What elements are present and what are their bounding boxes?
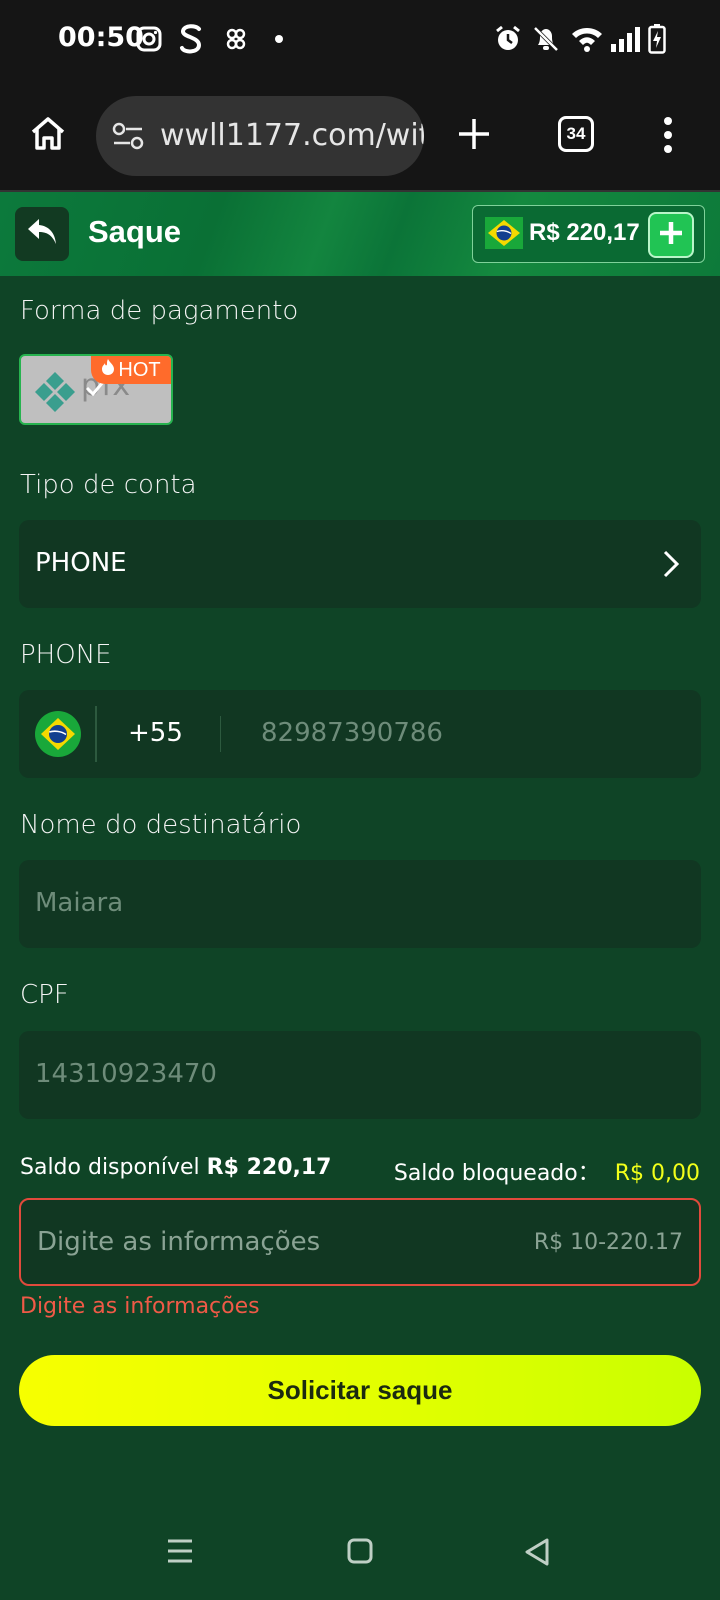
blocked-balance-label: Saldo bloqueado： xyxy=(393,1161,600,1186)
url-bar[interactable]: wwll1177.com/withdraw xyxy=(96,96,424,176)
s-app-icon xyxy=(178,22,204,56)
account-type-select[interactable]: PHONE xyxy=(19,520,701,608)
hot-badge: HOT xyxy=(91,356,171,384)
phone-field: +55 82987390786 xyxy=(19,690,701,778)
dot-icon xyxy=(274,22,284,56)
home-nav-icon[interactable] xyxy=(347,1538,373,1569)
account-type-label: Tipo de conta xyxy=(20,470,197,500)
site-settings-icon[interactable] xyxy=(112,122,144,155)
recipient-name-label: Nome do destinatário xyxy=(20,810,302,840)
alarm-icon xyxy=(494,22,522,56)
back-button[interactable] xyxy=(15,207,69,261)
amount-range: R$ 10-220.17 xyxy=(533,1230,683,1255)
available-balance-label: Saldo disponível xyxy=(20,1155,200,1180)
pix-logo-icon xyxy=(33,370,77,419)
instagram-icon xyxy=(136,22,162,56)
balance-widget: R$ 220,17 xyxy=(472,205,705,263)
back-arrow-icon xyxy=(26,217,58,252)
browser-toolbar: wwll1177.com/withdraw 34 xyxy=(0,80,720,192)
balance-amount: R$ 220,17 xyxy=(529,219,640,246)
deposit-button[interactable] xyxy=(648,212,694,258)
battery-charging-icon xyxy=(648,22,666,56)
wifi-icon xyxy=(570,22,604,56)
amount-placeholder: Digite as informações xyxy=(37,1227,321,1257)
brazil-flag-icon xyxy=(485,217,523,254)
page-title: Saque xyxy=(88,214,182,249)
amount-error-message: Digite as informações xyxy=(20,1294,260,1319)
system-nav-bar xyxy=(0,1510,720,1600)
bell-off-icon xyxy=(532,22,560,56)
pix-payment-option[interactable]: pix HOT xyxy=(19,354,173,425)
recipient-name-placeholder: Maiara xyxy=(35,888,124,918)
blocked-balance-value: R$ 0,00 xyxy=(614,1161,700,1186)
available-balance: Saldo disponível R$ 220,17 xyxy=(20,1155,331,1180)
request-withdrawal-button[interactable]: Solicitar saque xyxy=(19,1355,701,1426)
plus-icon xyxy=(658,220,684,251)
divider xyxy=(95,706,97,762)
status-time: 00:50 xyxy=(58,22,144,53)
phone-label: PHONE xyxy=(20,640,112,670)
tab-switcher-button[interactable]: 34 xyxy=(558,116,594,152)
status-bar: 00:50 xyxy=(0,0,720,80)
available-balance-value: R$ 220,17 xyxy=(206,1155,332,1180)
cpf-input[interactable]: 14310923470 xyxy=(19,1031,701,1119)
phone-input[interactable]: 82987390786 xyxy=(261,718,443,748)
new-tab-icon[interactable] xyxy=(456,116,492,157)
home-icon[interactable] xyxy=(29,114,67,157)
url-text: wwll1177.com/withdraw xyxy=(160,118,424,153)
tab-count: 34 xyxy=(566,124,586,143)
more-menu-icon[interactable] xyxy=(662,116,674,159)
blocked-balance: Saldo bloqueado： R$ 0,00 xyxy=(394,1155,700,1187)
divider xyxy=(220,716,221,752)
cpf-label: CPF xyxy=(20,980,69,1010)
brazil-flag-icon[interactable] xyxy=(34,710,82,763)
account-type-value: PHONE xyxy=(35,548,127,578)
page-header: Saque R$ 220,17 xyxy=(0,192,720,276)
chevron-right-icon xyxy=(663,550,680,583)
cpf-placeholder: 14310923470 xyxy=(35,1059,217,1089)
app-icon xyxy=(226,22,246,56)
hot-badge-text: HOT xyxy=(118,358,161,381)
recipient-name-input[interactable]: Maiara xyxy=(19,860,701,948)
back-nav-icon[interactable] xyxy=(524,1538,550,1571)
fire-icon xyxy=(101,358,115,382)
country-code[interactable]: +55 xyxy=(128,718,183,748)
signal-icon xyxy=(610,22,640,56)
amount-input[interactable]: Digite as informações R$ 10-220.17 xyxy=(19,1198,701,1286)
payment-method-label: Forma de pagamento xyxy=(20,296,299,326)
recent-apps-icon[interactable] xyxy=(166,1538,194,1569)
